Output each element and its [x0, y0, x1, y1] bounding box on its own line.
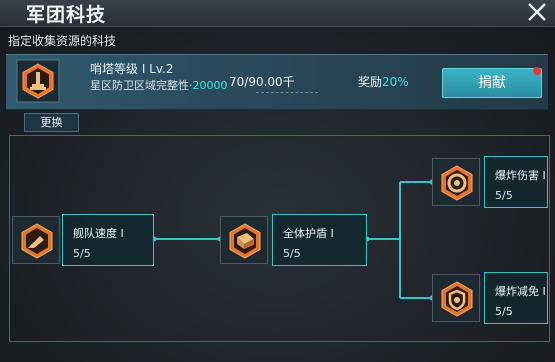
fleet-speed-icon — [21, 223, 53, 259]
tech-node-explosion-reduction[interactable] — [432, 274, 480, 322]
tech-node-fleet-speed-info[interactable]: 舰队速度 I 5/5 — [62, 214, 154, 266]
shield-icon — [229, 223, 261, 259]
tech-screen: 军团科技 指定收集资源的科技 哨塔等级 I Lv.2 星区防卫区域完整性·200… — [0, 0, 555, 362]
tech-node-all-shields[interactable] — [220, 216, 268, 264]
node-name: 爆炸伤害 I — [495, 169, 546, 182]
node-level: 5/5 — [495, 189, 513, 202]
tech-node-explosion-reduction-info[interactable]: 爆炸减免 I 5/5 — [484, 272, 548, 324]
node-level: 5/5 — [495, 305, 513, 318]
node-name: 全体护盾 I — [283, 227, 334, 240]
node-name: 舰队速度 I — [73, 227, 124, 240]
tech-node-explosion-damage-info[interactable]: 爆炸伤害 I 5/5 — [484, 156, 548, 208]
tech-node-explosion-damage[interactable] — [432, 158, 480, 206]
node-level: 5/5 — [283, 247, 301, 260]
node-level: 5/5 — [73, 247, 91, 260]
tech-node-all-shields-info[interactable]: 全体护盾 I 5/5 — [272, 214, 367, 266]
node-name: 爆炸减免 I — [495, 285, 546, 298]
explosion-reduction-icon — [441, 281, 473, 317]
tech-node-fleet-speed[interactable] — [12, 216, 60, 264]
explosion-damage-icon — [441, 165, 473, 201]
